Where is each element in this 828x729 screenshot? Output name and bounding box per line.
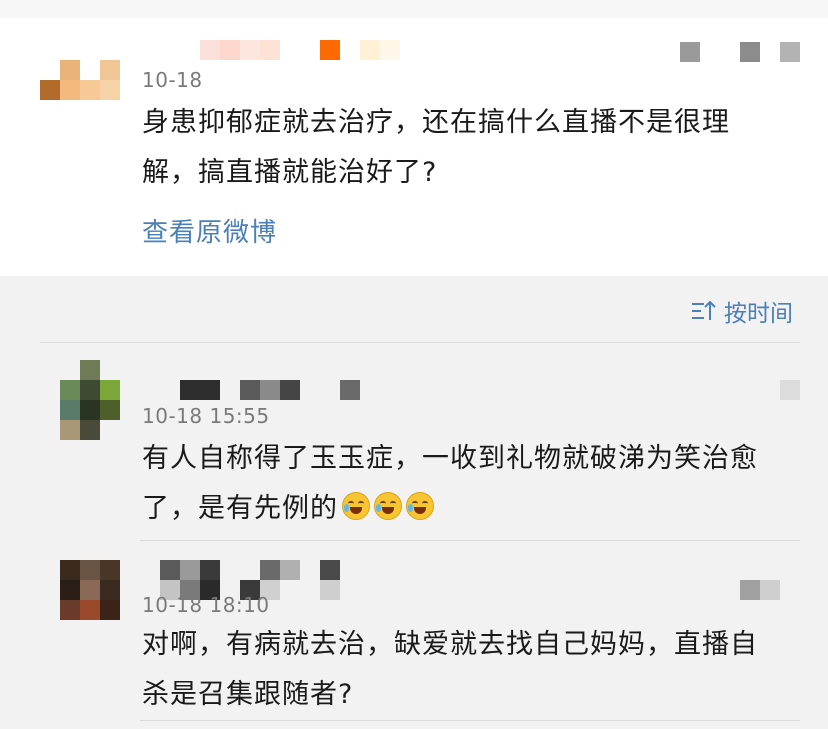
sort-icon	[692, 300, 716, 320]
laugh-cry-emoji-icon	[342, 492, 370, 520]
comment-text: 有人自称得了玉玉症，一收到礼物就破涕为笑治愈 了，是有先例的	[142, 434, 758, 534]
sort-by-time-button[interactable]: 按时间	[690, 294, 793, 328]
comment-time: 10-18 18:10	[142, 593, 270, 617]
comment-text: 对啊，有病就去治，缺爱就去找自己妈妈，直播自 杀是召集跟随者?	[142, 620, 758, 720]
comment-text-span: 了，是有先例的	[142, 493, 338, 524]
divider	[40, 342, 800, 343]
username-obscured[interactable]	[200, 40, 400, 60]
divider	[140, 720, 800, 721]
like-button[interactable]	[680, 42, 800, 62]
comment-text-line: 了，是有先例的	[142, 484, 758, 534]
username-obscured[interactable]	[180, 380, 360, 400]
original-comment-card: 10-18 身患抑郁症就去治疗，还在搞什么直播不是很理 解，搞直播就能治好了? …	[0, 0, 828, 276]
comment-text-line: 杀是召集跟随者?	[142, 679, 354, 710]
username-obscured[interactable]	[160, 560, 340, 580]
avatar[interactable]	[60, 560, 120, 620]
comment-time: 10-18 15:55	[142, 404, 270, 428]
laugh-cry-emoji-icon	[374, 492, 402, 520]
divider	[140, 540, 800, 541]
view-original-weibo-link[interactable]: 查看原微博	[142, 212, 277, 249]
sort-label: 按时间	[724, 301, 793, 327]
avatar[interactable]	[40, 60, 120, 100]
top-divider	[0, 0, 828, 18]
comment-text-line: 有人自称得了玉玉症，一收到礼物就破涕为笑治愈	[142, 443, 758, 474]
comment-text: 身患抑郁症就去治疗，还在搞什么直播不是很理 解，搞直播就能治好了?	[142, 98, 730, 198]
comment-text-line: 对啊，有病就去治，缺爱就去找自己妈妈，直播自	[142, 629, 758, 660]
like-button[interactable]	[780, 380, 800, 400]
comment-text-line: 身患抑郁症就去治疗，还在搞什么直播不是很理	[142, 107, 730, 138]
laugh-cry-emoji-icon	[406, 492, 434, 520]
avatar[interactable]	[60, 360, 120, 440]
comment-text-line: 解，搞直播就能治好了?	[142, 157, 438, 188]
comment-time: 10-18	[142, 68, 203, 92]
like-button[interactable]	[740, 580, 780, 600]
